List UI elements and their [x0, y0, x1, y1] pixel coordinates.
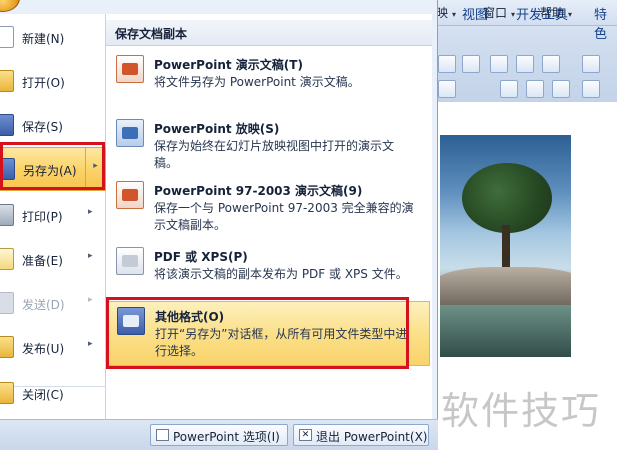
powerpoint-show-icon — [116, 119, 144, 147]
close-folder-icon — [0, 382, 14, 404]
tab-special[interactable]: 特色 — [594, 4, 617, 42]
menu-item-open[interactable]: 打开(O) — [0, 60, 106, 104]
submenu-arrow-icon: ▸ — [88, 251, 93, 261]
close-icon: ✕ — [299, 429, 312, 441]
bullets-icon[interactable] — [582, 80, 600, 98]
highlight-other-formats — [106, 297, 409, 369]
watermark: 软件技巧 — [441, 389, 602, 433]
powerpoint-options-button[interactable]: PowerPoint 选项(I) — [150, 424, 288, 446]
powerpoint-presentation-icon — [116, 55, 144, 83]
menu-item-prepare[interactable]: 准备(E) ▸ — [0, 238, 106, 282]
submenu-arrow-icon: ▸ — [88, 339, 93, 349]
exit-powerpoint-button[interactable]: ✕ 退出 PowerPoint(X) — [293, 424, 429, 446]
powerpoint-97-icon — [116, 181, 144, 209]
submenu-header: 保存文档副本 — [106, 20, 432, 46]
new-slide-icon[interactable] — [582, 55, 600, 73]
menu-window[interactable]: 窗口 ▾ — [483, 4, 515, 21]
table-icon[interactable] — [462, 55, 480, 73]
menu-item-publish[interactable]: 发布(U) ▸ — [0, 326, 106, 370]
save-icon — [0, 114, 14, 136]
pdf-xps-icon — [116, 247, 144, 275]
line-color-icon[interactable] — [542, 55, 560, 73]
office-menu-footer: PowerPoint 选项(I) ✕ 退出 PowerPoint(X) — [0, 419, 438, 450]
slide-photo — [440, 135, 571, 357]
chevron-down-icon: ▾ — [568, 10, 573, 19]
chevron-down-icon: ▾ — [511, 10, 516, 19]
printer-icon — [0, 204, 14, 226]
prepare-icon — [0, 248, 14, 270]
menu-help[interactable]: 帮助 ▾ — [540, 4, 572, 21]
options-icon — [156, 429, 169, 441]
toolbar-row-2 — [432, 78, 617, 100]
submenu-arrow-icon: ▸ — [88, 207, 93, 217]
new-document-icon — [0, 26, 14, 48]
decrease-font-icon[interactable] — [552, 80, 570, 98]
shapes-icon[interactable] — [490, 55, 508, 73]
menu-item-close[interactable]: 关闭(C) — [0, 372, 106, 416]
text-box-icon[interactable] — [438, 55, 456, 73]
option-pdf-xps[interactable]: PDF 或 XPS(P) 将该演示文稿的副本发布为 PDF 或 XPS 文件。 — [108, 242, 430, 300]
highlight-save-as — [0, 142, 105, 190]
menu-item-new[interactable]: 新建(N) — [0, 16, 106, 60]
toolbar-row-1 — [432, 52, 617, 76]
submenu-arrow-icon: ▸ — [88, 295, 93, 305]
publish-icon — [0, 336, 14, 358]
office-menu-commands: 新建(N) 打开(O) 保存(S) 另存为(A) ▸ 打印(P) ▸ 准备(E)… — [0, 14, 106, 419]
option-powerpoint-97-2003[interactable]: PowerPoint 97-2003 演示文稿(9) 保存一个与 PowerPo… — [108, 176, 430, 244]
font-color-icon[interactable] — [500, 80, 518, 98]
fill-color-icon[interactable] — [516, 55, 534, 73]
office-menu: 新建(N) 打开(O) 保存(S) 另存为(A) ▸ 打印(P) ▸ 准备(E)… — [0, 0, 438, 450]
chevron-down-icon: ▾ — [452, 10, 457, 19]
option-powerpoint-presentation[interactable]: PowerPoint 演示文稿(T) 将文件另存为 PowerPoint 演示文… — [108, 50, 430, 102]
menu-slideshow[interactable]: 映 ▾ — [436, 4, 456, 21]
send-icon — [0, 292, 14, 314]
menu-item-send: 发送(D) ▸ — [0, 282, 106, 326]
open-folder-icon — [0, 70, 14, 92]
option-powerpoint-show[interactable]: PowerPoint 放映(S) 保存为始终在幻灯片放映视图中打开的演示文稿。 — [108, 114, 430, 174]
office-button-icon[interactable] — [0, 0, 20, 12]
menu-item-print[interactable]: 打印(P) ▸ — [0, 194, 106, 238]
align-icon[interactable] — [438, 80, 456, 98]
increase-font-icon[interactable] — [526, 80, 544, 98]
